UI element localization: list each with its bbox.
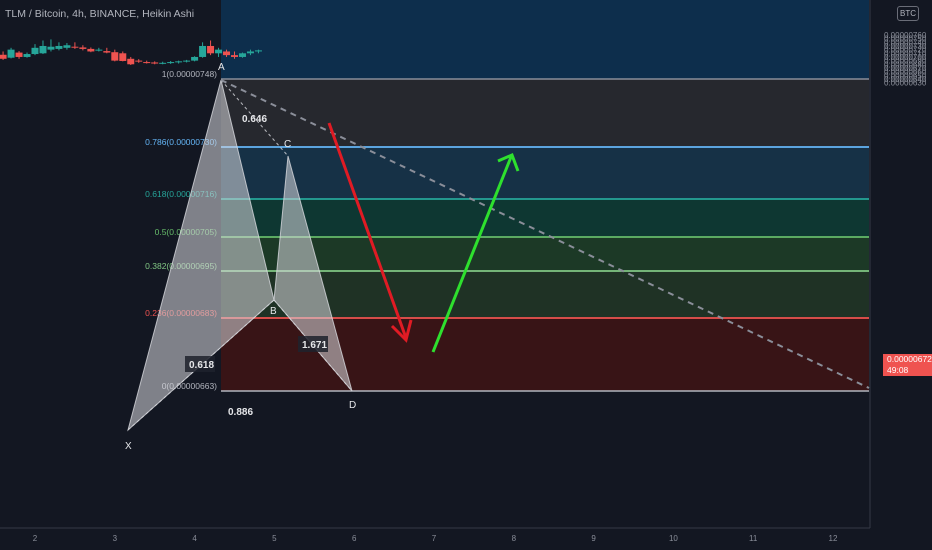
fib-zone-0618-05: [221, 199, 869, 237]
candle-body: [47, 46, 55, 50]
candle-body: [159, 62, 167, 64]
price-chart[interactable]: 1(0.00000748) 0.786(0.00000730) 0.618(0.…: [0, 0, 932, 550]
candle-body: [23, 54, 31, 57]
candle-body: [127, 58, 135, 65]
last-price-tag: 0.00000672 49:08: [883, 354, 932, 376]
price-axis[interactable]: 0.000007600.000007500.000007400.00000730…: [869, 0, 932, 550]
chart-title: TLM / Bitcoin, 4h, BINANCE, Heikin Ashi: [5, 8, 195, 20]
fib-label-1: 1(0.00000748): [162, 69, 217, 79]
candle-body: [111, 52, 119, 61]
time-tick-label: 8: [512, 534, 517, 543]
candle-body: [207, 45, 215, 54]
candle-body: [31, 47, 39, 55]
candle-body: [223, 51, 231, 56]
point-label-a: A: [218, 62, 225, 73]
time-tick-label: 4: [192, 534, 197, 543]
candle-body: [87, 48, 95, 52]
candle-body: [254, 50, 262, 52]
price-labels: 0.000007600.000007500.000007400.00000730…: [884, 31, 927, 88]
time-tick-label: 7: [432, 534, 437, 543]
ratio-label-bd: 1.671: [302, 340, 327, 351]
candle-body: [246, 51, 254, 54]
fib-zone-1-0786: [221, 79, 869, 147]
point-label-c: C: [284, 139, 291, 150]
ratio-label-xd: 0.886: [228, 407, 253, 418]
point-label-d: D: [349, 400, 356, 411]
candle-body: [63, 45, 71, 48]
candle-body: [191, 56, 199, 61]
price-tick-label: 0.00000630: [884, 79, 927, 88]
candle-body: [79, 47, 87, 49]
candle-body: [119, 53, 127, 61]
last-price-value: 0.00000672: [887, 354, 932, 364]
candle-body: [183, 60, 191, 62]
time-tick-label: 6: [352, 534, 357, 543]
time-tick-label: 9: [591, 534, 596, 543]
time-axis[interactable]: 2 3 4 5 6 7 8 9 10 11 12: [0, 527, 870, 543]
point-label-x: X: [125, 441, 132, 452]
candle-body: [103, 51, 111, 53]
candle-body: [231, 55, 238, 57]
candle-body: [175, 61, 183, 63]
time-tick-label: 11: [749, 534, 758, 543]
candle-body: [0, 54, 7, 59]
candle-body: [151, 62, 159, 64]
candle-body: [15, 52, 23, 57]
candle-body: [143, 62, 151, 64]
ratio-label-ac: 0.646: [242, 114, 267, 125]
candle-body: [199, 45, 207, 57]
candle-body: [71, 46, 79, 48]
ratio-label-xb: 0.618: [189, 360, 214, 371]
fib-zone-0786-0618: [221, 147, 869, 199]
candle-body: [39, 45, 47, 54]
candle-body: [95, 49, 103, 51]
candle-body: [135, 60, 143, 62]
currency-badge[interactable]: BTC: [897, 6, 919, 21]
candle-body: [7, 49, 15, 58]
bar-countdown: 49:08: [887, 365, 909, 375]
time-tick-label: 2: [33, 534, 38, 543]
candle-body: [215, 49, 223, 54]
candle-body: [55, 45, 63, 49]
point-label-b: B: [270, 306, 277, 317]
time-tick-label: 5: [272, 534, 277, 543]
candle-body: [238, 53, 246, 57]
fib-zone-top: [221, 0, 869, 79]
time-tick-label: 12: [829, 534, 838, 543]
candle-body: [167, 62, 175, 64]
time-tick-label: 10: [669, 534, 678, 543]
time-labels: 2 3 4 5 6 7 8 9 10 11 12: [33, 534, 838, 543]
time-tick-label: 3: [113, 534, 118, 543]
